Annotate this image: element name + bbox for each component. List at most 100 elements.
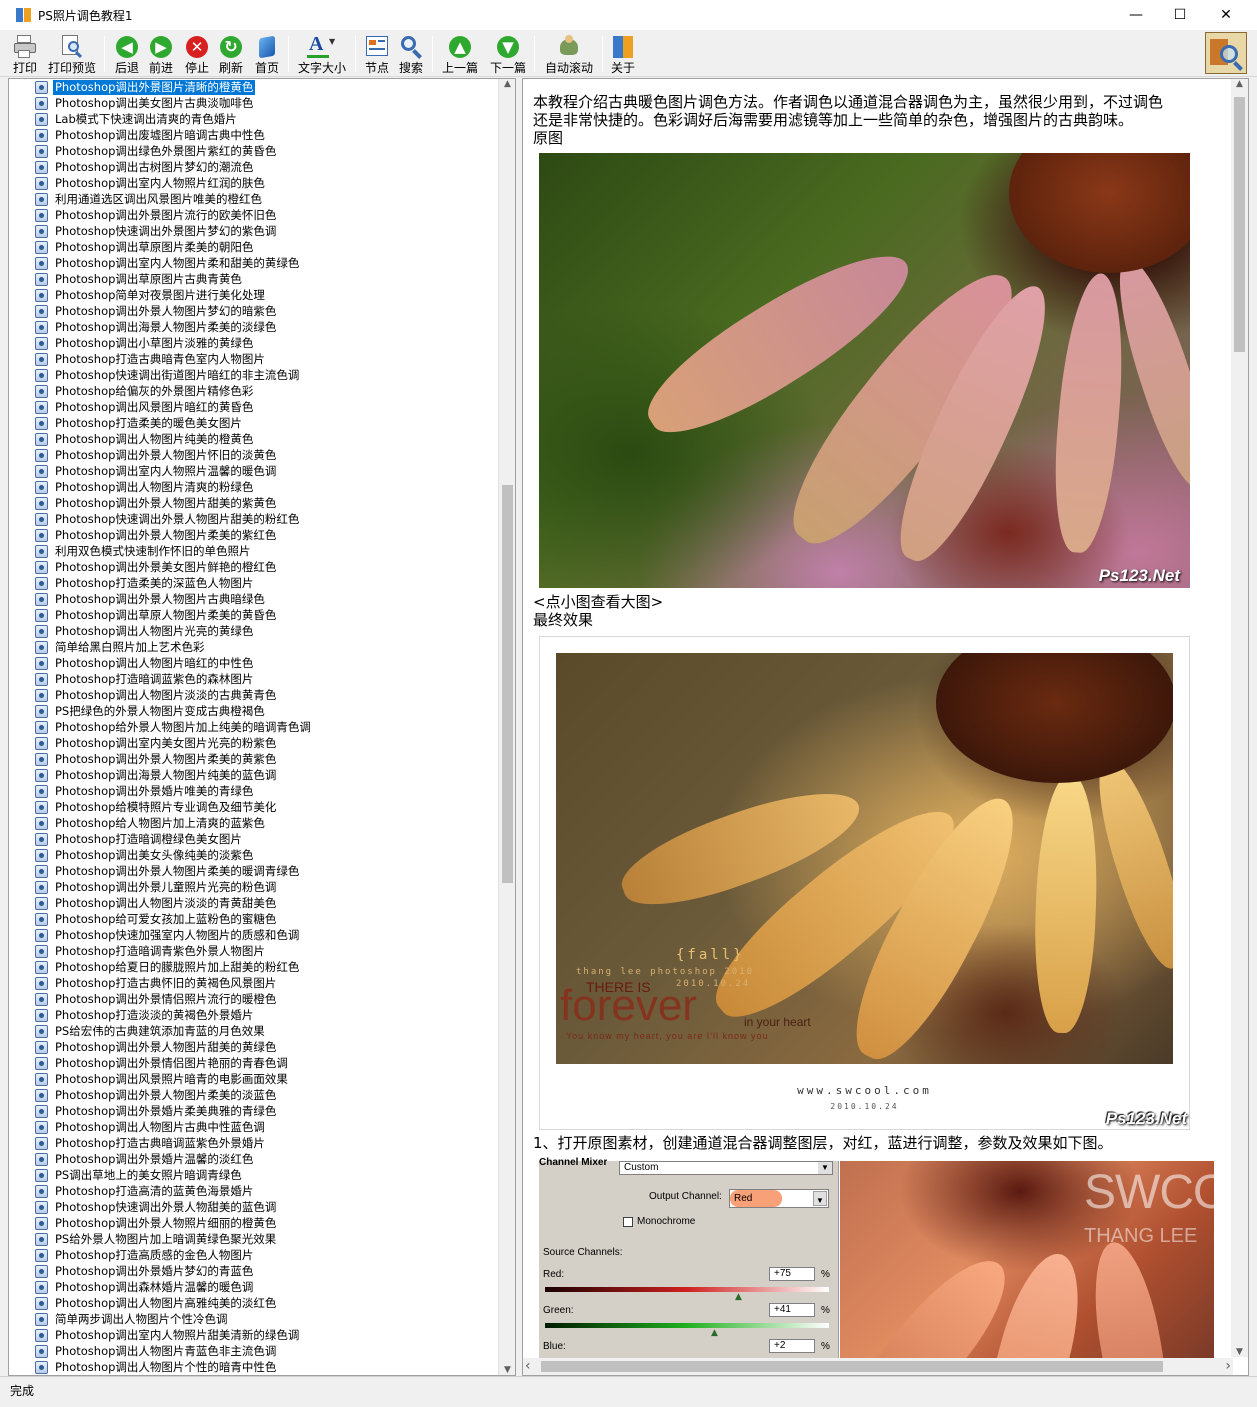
tree-item[interactable]: Photoshop调出外景婚片温馨的淡红色	[35, 1151, 255, 1167]
content-vertical-scrollbar[interactable]: ▲ ▼	[1231, 79, 1248, 1357]
red-value-input[interactable]: +75	[769, 1267, 815, 1281]
refresh-button[interactable]: ↻ 刷新	[216, 32, 246, 76]
tree-item[interactable]: Photoshop给模特照片专业调色及细节美化	[35, 799, 278, 815]
green-slider-track[interactable]	[545, 1323, 829, 1328]
close-button[interactable]: ✕	[1203, 0, 1249, 30]
tree-item[interactable]: Photoshop调出海景人物图片柔美的淡绿色	[35, 319, 278, 335]
node-button[interactable]: 节点	[362, 32, 392, 76]
tree-item[interactable]: Photoshop调出外景人物图片柔美的淡蓝色	[35, 1087, 278, 1103]
tree-item[interactable]: Photoshop调出人物图片个性的暗青中性色	[35, 1359, 278, 1375]
tree-item[interactable]: Photoshop调出外景图片流行的欧美怀旧色	[35, 207, 278, 223]
tree-item[interactable]: Photoshop打造古典暗调蓝紫色外景婚片	[35, 1135, 267, 1151]
tree-item[interactable]: Photoshop调出外景情侣图片艳丽的青春色调	[35, 1055, 290, 1071]
tree-item[interactable]: Photoshop调出人物图片古典中性蓝色调	[35, 1119, 267, 1135]
tree-item[interactable]: Photoshop调出废墟图片暗调古典中性色	[35, 127, 267, 143]
tree-item[interactable]: Photoshop调出外景儿童照片光亮的粉色调	[35, 879, 278, 895]
tree-item[interactable]: 简单给黑白照片加上艺术色彩	[35, 639, 207, 655]
content-hscroll-thumb[interactable]	[541, 1361, 1163, 1372]
tree-item[interactable]: Photoshop调出小草图片淡雅的黄绿色	[35, 335, 255, 351]
tree-item[interactable]: Photoshop打造高清的蓝黄色海景婚片	[35, 1183, 255, 1199]
tree-item[interactable]: Photoshop调出人物图片光亮的黄绿色	[35, 623, 255, 639]
next-article-button[interactable]: ▼ 下一篇	[488, 32, 528, 76]
preset-select[interactable]: Custom ▼	[619, 1161, 833, 1175]
forward-button[interactable]: ▶ 前进	[146, 32, 176, 76]
red-slider-track[interactable]	[545, 1287, 829, 1292]
green-slider-handle[interactable]: ▲	[711, 1328, 718, 1338]
tree-item[interactable]: PS给宏伟的古典建筑添加青蓝的月色效果	[35, 1023, 267, 1039]
tree-item[interactable]: Photoshop给夏日的朦胧照片加上甜美的粉红色	[35, 959, 301, 975]
scroll-left-arrow-icon[interactable]: ‹	[525, 1358, 531, 1374]
tree-item[interactable]: Photoshop调出室内人物照片甜美清新的绿色调	[35, 1327, 301, 1343]
minimize-button[interactable]: —	[1113, 0, 1159, 30]
red-slider-handle[interactable]: ▲	[735, 1292, 742, 1302]
scroll-up-arrow-icon[interactable]: ▲	[1231, 79, 1248, 89]
tree-item[interactable]: Photoshop快速调出外景人物甜美的蓝色调	[35, 1199, 278, 1215]
auto-scroll-button[interactable]: 自动滚动	[542, 32, 596, 76]
tree-item[interactable]: Photoshop调出人物图片高雅纯美的淡红色	[35, 1295, 278, 1311]
stop-button[interactable]: ✕ 停止	[182, 32, 212, 76]
tree-item[interactable]: Photoshop调出外景图片清晰的橙黄色	[35, 79, 256, 95]
tree-item[interactable]: Photoshop打造暗调橙绿色美女图片	[35, 831, 244, 847]
tree-item[interactable]: PS给外景人物图片加上暗调黄绿色聚光效果	[35, 1231, 278, 1247]
monochrome-checkbox[interactable]	[623, 1217, 633, 1227]
tree-item[interactable]: Photoshop调出外景情侣照片流行的暖橙色	[35, 991, 278, 1007]
tree-vertical-scrollbar[interactable]: ▲ ▼	[498, 79, 515, 1375]
tree-item[interactable]: PS调出草地上的美女照片暗调青绿色	[35, 1167, 244, 1183]
tree-item[interactable]: Photoshop调出外景人物图片古典暗绿色	[35, 591, 267, 607]
tree-item[interactable]: Photoshop调出美女头像纯美的淡紫色	[35, 847, 255, 863]
tree-item[interactable]: Lab模式下快速调出清爽的青色婚片	[35, 111, 239, 127]
scroll-down-arrow-icon[interactable]: ▼	[499, 1365, 515, 1375]
tree-item[interactable]: Photoshop调出风景图片暗红的黄昏色	[35, 399, 255, 415]
tree-scroll-thumb[interactable]	[502, 485, 513, 883]
tree-item[interactable]: Photoshop打造古典怀旧的黄褐色风景图片	[35, 975, 278, 991]
click-hint[interactable]: <点小图查看大图>	[533, 593, 663, 611]
tree-item[interactable]: PS把绿色的外景人物图片变成古典橙褐色	[35, 703, 267, 719]
original-image[interactable]: Ps123.Net	[539, 153, 1190, 588]
tree-item[interactable]: Photoshop调出外景人物图片甜美的紫黄色	[35, 495, 278, 511]
tree-item[interactable]: 简单两步调出人物图片个性冷色调	[35, 1311, 230, 1327]
tree-item[interactable]: Photoshop调出风景照片暗青的电影画面效果	[35, 1071, 290, 1087]
final-image-frame[interactable]: {fall} thang lee photoshop 2010 2010.10.…	[539, 636, 1190, 1130]
blue-value-input[interactable]: +2	[769, 1339, 815, 1353]
tree-item[interactable]: Photoshop调出古树图片梦幻的潮流色	[35, 159, 255, 175]
text-size-button[interactable]: A ▼ 文字大小	[296, 32, 348, 76]
tree-item[interactable]: Photoshop调出外景婚片柔美典雅的青绿色	[35, 1103, 278, 1119]
tree-item[interactable]: Photoshop调出森林婚片温馨的暖色调	[35, 1279, 255, 1295]
tree-item[interactable]: Photoshop调出人物图片淡淡的古典黄青色	[35, 687, 278, 703]
back-button[interactable]: ◀ 后退	[112, 32, 142, 76]
tree-item[interactable]: Photoshop打造暗调蓝紫色的森林图片	[35, 671, 255, 687]
tree-item[interactable]: Photoshop调出室内人物图片柔和甜美的黄绿色	[35, 255, 301, 271]
tree-item[interactable]: Photoshop调出外景人物图片柔美的紫红色	[35, 527, 278, 543]
tree-item[interactable]: Photoshop快速调出外景人物图片甜美的粉红色	[35, 511, 301, 527]
tree-item[interactable]: Photoshop打造暗调青紫色外景人物图片	[35, 943, 267, 959]
tree-item[interactable]: Photoshop打造高质感的金色人物图片	[35, 1247, 255, 1263]
tree-item[interactable]: Photoshop快速调出外景图片梦幻的紫色调	[35, 223, 278, 239]
scroll-down-arrow-icon[interactable]: ▼	[1231, 1347, 1248, 1357]
tree-item[interactable]: 利用双色模式快速制作怀旧的单色照片	[35, 543, 253, 559]
previous-article-button[interactable]: ▲ 上一篇	[440, 32, 480, 76]
home-button[interactable]: 首页	[252, 32, 282, 76]
tree-item[interactable]: Photoshop调出外景婚片梦幻的青蓝色	[35, 1263, 255, 1279]
step-1-result-image[interactable]: SWCOO THANG LEE	[840, 1161, 1214, 1359]
tree-item[interactable]: Photoshop调出人物图片淡淡的青黄甜美色	[35, 895, 278, 911]
tree-item[interactable]: Photoshop快速加强室内人物图片的质感和色调	[35, 927, 301, 943]
tree-item[interactable]: Photoshop给偏灰的外景图片精修色彩	[35, 383, 255, 399]
tree-item[interactable]: Photoshop调出绿色外景图片紫红的黄昏色	[35, 143, 278, 159]
tree-item[interactable]: Photoshop打造淡淡的黄褐色外景婚片	[35, 1007, 255, 1023]
green-value-input[interactable]: +41	[769, 1303, 815, 1317]
tree-item[interactable]: Photoshop打造古典暗青色室内人物图片	[35, 351, 267, 367]
tree-item[interactable]: Photoshop给人物图片加上清爽的蓝紫色	[35, 815, 267, 831]
search-button[interactable]: 搜索	[396, 32, 426, 76]
tree-item[interactable]: Photoshop调出人物图片暗红的中性色	[35, 655, 255, 671]
print-preview-button[interactable]: 打印预览	[46, 32, 98, 76]
output-channel-select[interactable]: Red ▼	[729, 1189, 829, 1208]
content-scroll-thumb[interactable]	[1234, 97, 1245, 352]
tree-item[interactable]: Photoshop调出海景人物图片纯美的蓝色调	[35, 767, 278, 783]
tree-item[interactable]: Photoshop调出人物图片清爽的粉绿色	[35, 479, 255, 495]
tree-item[interactable]: Photoshop调出外景人物图片甜美的黄绿色	[35, 1039, 278, 1055]
tree-item[interactable]: Photoshop调出人物图片青蓝色非主流色调	[35, 1343, 278, 1359]
tree-item[interactable]: Photoshop调出外景人物图片梦幻的暗紫色	[35, 303, 278, 319]
scroll-right-arrow-icon[interactable]: ›	[1225, 1358, 1231, 1374]
tree-item[interactable]: Photoshop调出室内人物照片温馨的暖色调	[35, 463, 278, 479]
tree-item[interactable]: Photoshop调出草原图片古典青黄色	[35, 271, 244, 287]
